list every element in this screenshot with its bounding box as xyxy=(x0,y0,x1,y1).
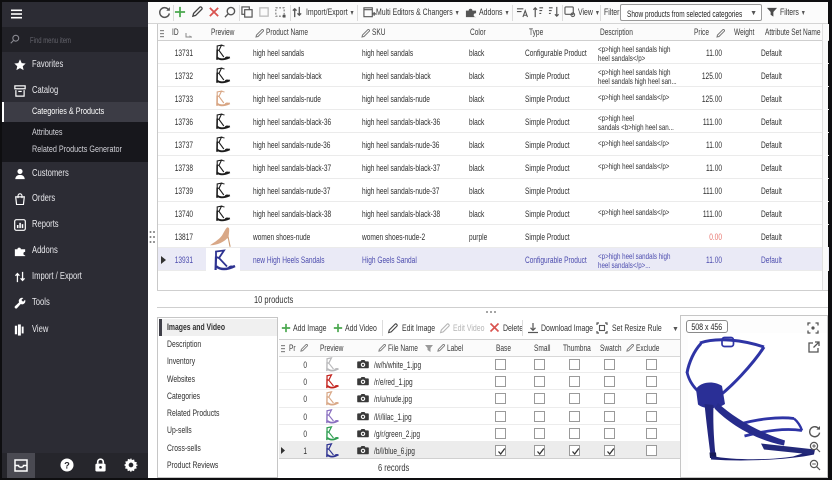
svg-text:?: ? xyxy=(64,460,70,470)
